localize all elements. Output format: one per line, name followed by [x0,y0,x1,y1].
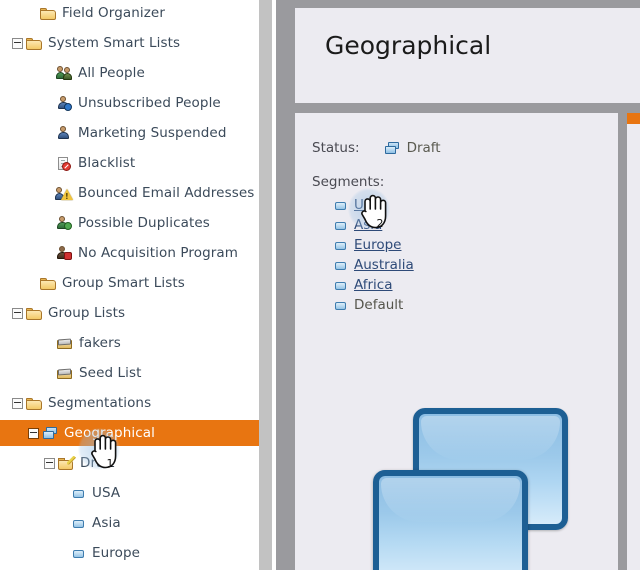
sidebar-item-label: All People [78,65,145,81]
pencil-icon [67,455,76,465]
sidebar-item-label: Group Lists [48,305,126,321]
gloss-overlay [381,478,520,522]
sidebar-item-fakers[interactable]: fakers [0,330,259,356]
sidebar-item-blacklist[interactable]: Blacklist [0,150,259,176]
sidebar-item-label: Group Smart Lists [62,275,185,291]
person-delete-icon [56,245,73,261]
segments-label: Segments: [312,174,385,190]
sidebar-item-geographical[interactable]: Geographical [0,420,259,446]
sidebar-item-segmentations[interactable]: Segmentations [0,390,259,416]
sidebar-item-group-smart-lists[interactable]: Group Smart Lists [0,270,259,296]
sidebar-vertical-scrollbar[interactable] [259,0,272,570]
panel-divider[interactable] [276,0,290,570]
app-window: Field Organizer System Smart Lists All Peo… [0,0,640,570]
navigation-tree: Field Organizer System Smart Lists All Peo… [0,0,259,570]
segment-link-usa[interactable]: USA [354,197,382,213]
segmentation-icon [384,141,401,156]
sidebar-item-marketing-suspended[interactable]: Marketing Suspended [0,120,259,146]
envelope-list-icon [56,366,74,381]
segment-link-australia[interactable]: Australia [354,257,414,273]
sidebar-item-label: Unsubscribed People [78,95,221,111]
segment-square-icon [334,218,349,233]
sidebar-item-label: Draft [80,455,115,471]
gloss-overlay [421,416,560,460]
person-add-icon [56,215,73,231]
segment-square-icon [334,278,349,293]
segment-square-icon [334,198,349,213]
sidebar-item-no-acquisition-program[interactable]: No Acquisition Program [0,240,259,266]
detail-right-strip [627,113,640,570]
segment-row-default[interactable]: Default [334,295,403,315]
envelope-list-icon [56,336,74,351]
sidebar-item-label: System Smart Lists [48,35,181,51]
person-warning-icon [55,186,73,201]
sidebar-item-group-lists[interactable]: Group Lists [0,300,259,326]
segment-row-usa[interactable]: USA [334,195,382,215]
person-icon [56,125,73,141]
people-icon [56,65,73,81]
segment-row-australia[interactable]: Australia [334,255,414,275]
segment-square-icon [72,486,87,501]
folder-icon [40,276,57,291]
sidebar-item-label: USA [92,485,121,501]
collapse-toggle-icon[interactable] [12,397,23,409]
sidebar-item-label: Geographical [64,425,155,441]
sidebar-item-label: Seed List [79,365,142,381]
segment-row-africa[interactable]: Africa [334,275,393,295]
status-value: Draft [406,140,441,156]
sidebar-item-usa[interactable]: USA [0,480,259,506]
segment-label-default: Default [354,297,404,313]
collapse-toggle-icon[interactable] [44,457,55,469]
person-info-icon [56,95,73,111]
detail-pane: Geographical Status: Draft Segments: USA… [290,0,640,570]
collapse-toggle-icon[interactable] [12,37,23,49]
sidebar-item-field-organizer[interactable]: Field Organizer [0,0,259,26]
sidebar-item-label: Europe [92,545,141,561]
segment-link-europe[interactable]: Europe [354,237,401,253]
sidebar-item-label: No Acquisition Program [78,245,239,261]
segment-square-icon [72,516,87,531]
sidebar-item-unsubscribed-people[interactable]: Unsubscribed People [0,90,259,116]
segment-square-icon [334,238,349,253]
segment-link-asia[interactable]: Asia [354,217,382,233]
sidebar-item-system-smart-lists[interactable]: System Smart Lists [0,30,259,56]
sidebar-item-asia[interactable]: Asia [0,510,259,536]
sidebar-item-label: Asia [92,515,121,531]
segment-row-europe[interactable]: Europe [334,235,401,255]
page-title: Geographical [325,31,492,60]
sidebar-item-all-people[interactable]: All People [0,60,259,86]
collapse-toggle-icon[interactable] [28,427,39,439]
folder-icon [40,6,57,21]
segment-canvas-node-front[interactable] [373,470,528,570]
sidebar-item-possible-duplicates[interactable]: Possible Duplicates [0,210,259,236]
segment-row-asia[interactable]: Asia [334,215,382,235]
folder-icon [26,306,43,321]
folder-icon [26,396,43,411]
sidebar-item-europe[interactable]: Europe [0,540,259,566]
sidebar-item-label: Possible Duplicates [78,215,210,231]
sidebar-item-bounced-email-addresses[interactable]: Bounced Email Addresses [0,180,259,206]
sidebar-item-label: Marketing Suspended [78,125,227,141]
detail-header-panel: Geographical [295,8,640,103]
collapse-toggle-icon[interactable] [12,307,23,319]
segment-square-icon [334,298,349,313]
sidebar-item-label: Bounced Email Addresses [78,185,255,201]
sidebar-item-seed-list[interactable]: Seed List [0,360,259,386]
status-row: Status: Draft [312,140,441,156]
folder-icon [26,36,43,51]
sidebar-item-label: Blacklist [78,155,136,171]
sidebar-item-label: Field Organizer [62,5,165,21]
document-deny-icon [56,156,73,171]
segment-square-icon [334,258,349,273]
segment-square-icon [72,546,87,561]
sidebar-item-label: Segmentations [48,395,152,411]
active-tab-indicator [627,113,640,124]
segment-link-africa[interactable]: Africa [354,277,393,293]
sidebar-item-label: fakers [79,335,121,351]
folder-edit-icon [58,455,76,471]
status-label: Status: [312,140,360,156]
sidebar-item-draft[interactable]: Draft [0,450,259,476]
segmentation-icon [42,426,59,441]
